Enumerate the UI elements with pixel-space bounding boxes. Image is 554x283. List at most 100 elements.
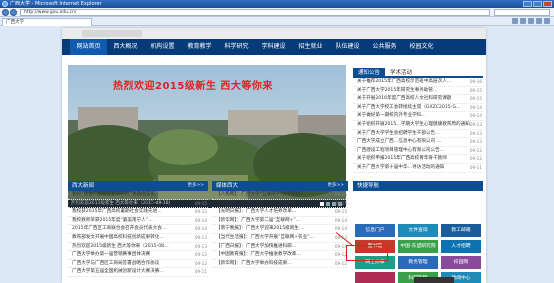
list-item[interactable]: 【人民网】：广西大学“互联网+”大学生创… 09-16 (212, 191, 348, 200)
notices-panel: 通知公告 学术活动 关于推荐2015年广西高校示范班中高层次人… 09-16 关于… (353, 68, 483, 173)
quick-btn-campus-net[interactable]: 校园网 (441, 256, 481, 269)
print-icon[interactable] (528, 18, 534, 24)
list-item[interactable]: 我校“建设广西新型智库研究”课题组成员… 09-16 (68, 191, 208, 200)
item-title: 关于做好第一期校内外专业学科… (357, 113, 426, 119)
item-title: 广西大学与广西区工商局签署战略合作协议 (72, 260, 160, 266)
nav-faculty[interactable]: 队伍建设 (329, 39, 366, 55)
news-panel: 西大新闻 更多>> 我校“建设广西新型智库研究”课题组成员… 09-16 葆留本色… (68, 181, 208, 277)
banner-image[interactable]: 热烈欢迎2015级新生 西大等你来 (68, 65, 346, 200)
item-date: 09-14 (469, 104, 482, 110)
maximize-button[interactable] (533, 1, 542, 7)
item-date: 09-15 (194, 209, 207, 215)
quick-btn-academic-admin[interactable]: 教务管理 (398, 256, 438, 269)
quick-btn-highlighted[interactable] (355, 272, 395, 283)
list-item[interactable]: 关于开展2016年度广西高校人文社科研究课题 09-15 (353, 95, 483, 104)
list-item[interactable]: 【中国教育报】：广西大学推进教学改革… 09-12 (212, 251, 348, 260)
item-title: 【广西日报】：广西大学加快推进科研… (216, 243, 297, 249)
item-date: 09-12 (334, 260, 347, 266)
item-date: 09-14 (194, 226, 207, 232)
search-field[interactable] (494, 9, 550, 16)
nav-about[interactable]: 西大概况 (107, 39, 144, 55)
item-title: 关于组织开展2015…学期大学生心理健康教育周的通知 (357, 121, 470, 127)
list-item[interactable]: 【新华网】：广西大学第二届“互联网+”… 09-14 (212, 217, 348, 226)
list-item[interactable]: 广西大学第五届全国机械创新设计大赛决赛… 09-11 (68, 268, 208, 277)
media-panel: 媒体西大 更多>> 【人民网】：广西大学“互联网+”大学生创… 09-16 【人民… (212, 181, 348, 269)
list-item[interactable]: 广西大学举办第一届营销赛事团体决赛 09-12 (68, 251, 208, 260)
nav-teaching[interactable]: 教育教学 (181, 39, 218, 55)
item-title: 广西大学举办第一届营销赛事团体决赛 (72, 252, 151, 258)
nav-disciplines[interactable]: 学科建设 (255, 39, 292, 55)
item-date: 09-14 (469, 113, 482, 119)
item-date: 09-16 (194, 192, 207, 197)
url-field[interactable]: http://www.gxu.edu.cn/ (20, 9, 490, 16)
home-icon[interactable] (512, 18, 518, 24)
quick-btn-recruitment[interactable]: 人才招聘 (441, 240, 481, 253)
nav-admissions[interactable]: 招生就业 (292, 39, 329, 55)
list-item[interactable]: 关于推荐2015年广西高校示范班中高层次人… 09-16 (353, 78, 483, 87)
quick-btn-asean-institute[interactable]: 中国-东盟研究院 (398, 240, 438, 253)
list-item[interactable]: 2015年广西区工商联合会召开会员代表大会… 09-14 (68, 225, 208, 234)
item-title: 我校获2015年广西高校暑期社会实践先进… (72, 209, 162, 215)
banner-headline: 热烈欢迎2015级新生 西大等你来 (113, 81, 273, 92)
item-date: 09-13 (469, 139, 482, 145)
feeds-icon[interactable] (520, 18, 526, 24)
news-more-link[interactable]: 更多>> (187, 181, 204, 191)
close-button[interactable] (543, 1, 552, 7)
web-page: 网站首页 西大概况 机构设置 教育教学 科学研究 学科建设 招生就业 队伍建设 … (62, 28, 486, 283)
list-item[interactable]: 【南宁晚报】：广西大学迎来2015级新生… 09-14 (212, 225, 348, 234)
list-item[interactable]: 【广西日报】：广西大学加快推进科研… 09-13 (212, 243, 348, 252)
list-item[interactable]: 关于组织申报2015年广西高校青年骨干教师 09-12 (353, 155, 483, 164)
list-item[interactable]: 热烈欢迎2015级新生 西大等你来（2015-08… 09-13 (68, 243, 208, 252)
item-date: 09-12 (194, 260, 207, 266)
tools-menu-icon[interactable] (544, 18, 550, 24)
item-date: 09-15 (194, 200, 207, 206)
media-more-link[interactable]: 更多>> (327, 181, 344, 191)
quick-btn-docs[interactable]: 文件查询 (398, 224, 438, 237)
item-title: 关于广西大学学生会招聘学生干部公告… (357, 130, 440, 136)
item-title: 广西建设工程项目管理中心有限公司公告… (357, 147, 445, 153)
list-item[interactable]: 广西建设工程项目管理中心有限公司公告… 09-12 (353, 147, 483, 156)
browser-tab[interactable]: 广西大学 (2, 18, 92, 26)
nav-home[interactable]: 网站首页 (70, 39, 107, 55)
list-item[interactable]: 关于组织开展2015…学期大学生心理健康教育周的通知 09-13 (353, 121, 483, 130)
list-item[interactable]: 我校获2015年广西高校暑期社会实践先进… 09-15 (68, 208, 208, 217)
nav-campus[interactable]: 校园文化 (403, 39, 440, 55)
item-title: 【当代生活报】：广西大学开展“互联网+农业”… (216, 234, 315, 240)
nav-services[interactable]: 公共服务 (366, 39, 403, 55)
list-item[interactable]: 关于做好第一期校内外专业学科… 09-14 (353, 112, 483, 121)
quick-btn-portal[interactable]: 信息门户 (355, 224, 395, 237)
list-item[interactable]: 我校教师荣获2015年度“最美南宁人”… 09-14 (68, 217, 208, 226)
tab-notices[interactable]: 通知公告 (353, 68, 386, 76)
list-item[interactable]: 关于广西大学校工会转接续主席（GXZC2015-G… 09-14 (353, 104, 483, 113)
minimize-button[interactable] (523, 1, 532, 7)
item-title: 葆留本色“互联网+”大学生创新创业大赛广… (72, 200, 164, 206)
nav-research[interactable]: 科学研究 (218, 39, 255, 55)
back-button[interactable] (2, 9, 9, 16)
bottom-strip (414, 277, 454, 283)
item-date: 09-13 (194, 243, 207, 249)
list-item[interactable]: 关于广西大学第十届中华…寻访活动的通知 09-11 (353, 164, 483, 173)
list-item[interactable]: 教育部发文开展中国高校科技创新成果转化… 09-13 (68, 234, 208, 243)
forward-button[interactable] (10, 9, 17, 16)
list-item[interactable]: 【人民网】：广西大学电气工程学院举办… 09-15 (212, 200, 348, 209)
news-list: 我校“建设广西新型智库研究”课题组成员… 09-16 葆留本色“互联网+”大学生创… (68, 191, 208, 277)
list-item[interactable]: 广西大学成立广西…信息中心有限公司 … 09-13 (353, 138, 483, 147)
item-title: 【光明日报】：广西大学人才培养改革… (216, 209, 297, 215)
list-item[interactable]: 关于广西大学学生会招聘学生干部公告… 09-13 (353, 130, 483, 139)
list-item[interactable]: 关于广西大学2015年研究生事务助管… 09-15 (353, 87, 483, 96)
list-item[interactable]: 【光明日报】：广西大学人才培养改革… 09-15 (212, 208, 348, 217)
item-date: 09-14 (194, 217, 207, 223)
list-item[interactable]: 广西大学与广西区工商局签署战略合作协议 09-12 (68, 260, 208, 269)
page-menu-icon[interactable] (536, 18, 542, 24)
quick-btn-staff-mail[interactable]: 教工邮箱 (441, 224, 481, 237)
list-item[interactable]: 【当代生活报】：广西大学开展“互联网+农业”…09-13 (212, 234, 348, 243)
annotation-highlight-box (346, 245, 388, 261)
item-title: 【人民网】：广西大学电气工程学院举办… (216, 200, 301, 206)
list-item[interactable]: 【新华网】：广西大学举办科技成果… 09-12 (212, 260, 348, 269)
list-item[interactable]: 葆留本色“互联网+”大学生创新创业大赛广… 09-15 (68, 200, 208, 209)
window-controls (523, 1, 552, 7)
item-title: 【中国教育报】：广西大学推进教学改革… (216, 252, 301, 258)
nav-departments[interactable]: 机构设置 (144, 39, 181, 55)
item-title: 2015年广西区工商联合会召开会员代表大会… (72, 226, 167, 232)
tab-academic[interactable]: 学术活动 (385, 68, 417, 76)
